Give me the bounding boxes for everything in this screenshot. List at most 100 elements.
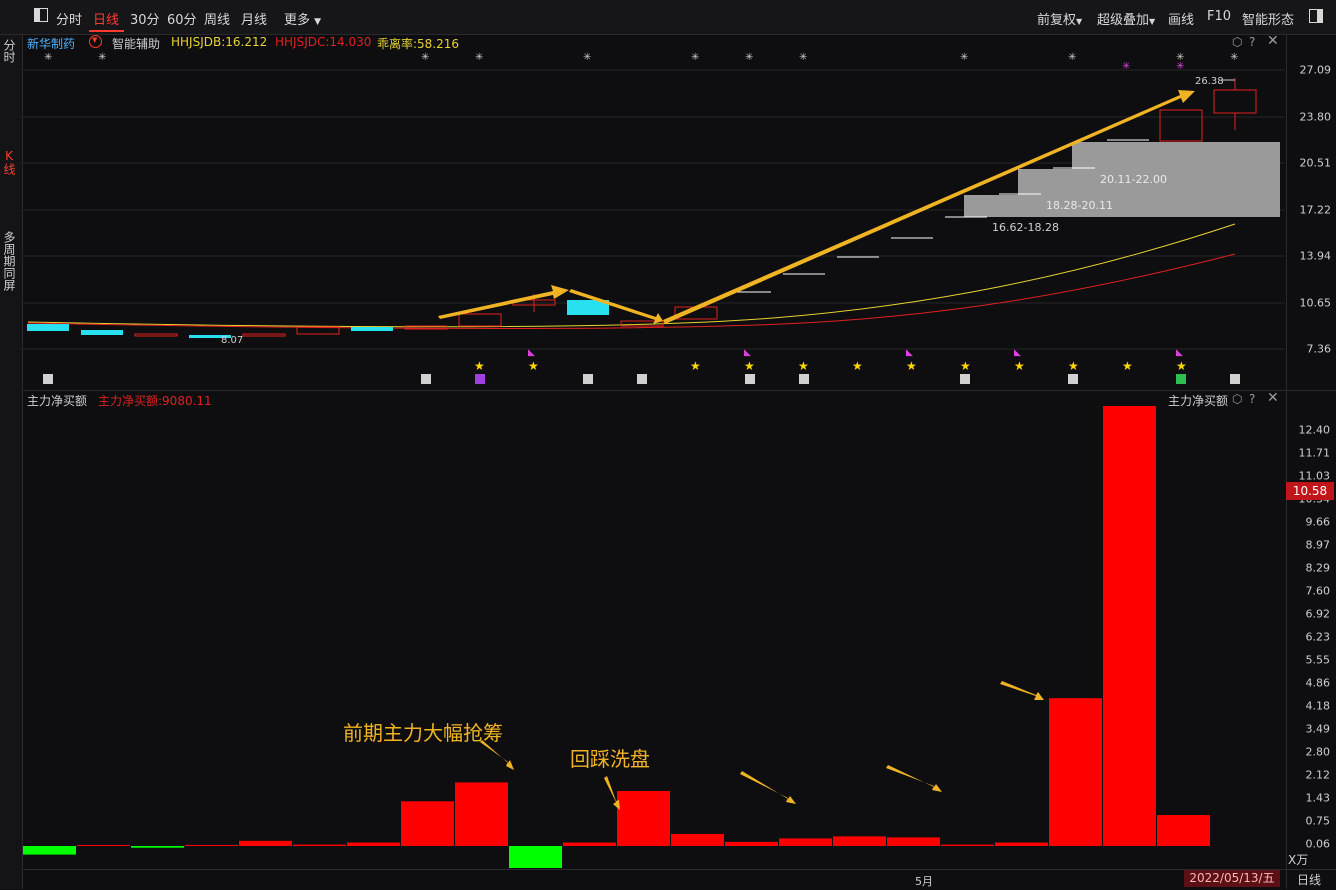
panel-toggle-icon[interactable] xyxy=(34,8,48,22)
annotation-arrows xyxy=(480,681,1044,810)
netbuy-bar xyxy=(1157,815,1210,846)
active-tab-indicator xyxy=(89,30,124,32)
netbuy-bar xyxy=(779,838,832,846)
svg-text:★: ★ xyxy=(1176,359,1187,373)
price-tick: 7.36 xyxy=(1306,342,1332,356)
svg-text:✳: ✳ xyxy=(44,52,52,63)
help-icon[interactable]: ? xyxy=(1249,35,1255,49)
settings-icon[interactable]: ⬡ xyxy=(1232,35,1242,49)
month-label: 5月 xyxy=(915,875,933,888)
netbuy-tick: 6.92 xyxy=(1305,607,1331,621)
svg-text:★: ★ xyxy=(474,359,485,373)
sidebar-kline[interactable]: K线 xyxy=(2,149,18,175)
svg-text:★: ★ xyxy=(690,359,701,373)
netbuy-tick: 1.43 xyxy=(1305,791,1331,805)
overlay-menu[interactable]: 超级叠加▼ xyxy=(1097,9,1155,28)
sidebar-fenshi[interactable]: 分时 xyxy=(2,39,18,63)
f10-button[interactable]: F10 xyxy=(1207,9,1231,24)
high-price-label: 26.38 xyxy=(1195,76,1224,87)
netbuy-bar xyxy=(941,844,994,846)
indicator-hhjsjdb: HHJSJDB:16.212 xyxy=(171,35,268,49)
netbuy-tick: 11.03 xyxy=(1298,469,1331,483)
netbuy-tick: 0.75 xyxy=(1305,814,1331,828)
netbuy-tick: 8.29 xyxy=(1305,561,1331,575)
zone-label-2: 18.28-20.11 xyxy=(1046,199,1113,212)
svg-text:★: ★ xyxy=(906,359,917,373)
netbuy-bar xyxy=(185,844,238,846)
svg-text:★: ★ xyxy=(1068,359,1079,373)
period-label[interactable]: 日线 xyxy=(1297,871,1321,888)
svg-text:★: ★ xyxy=(528,359,539,373)
low-price-label: 8.07 xyxy=(221,335,243,346)
netbuy-bar xyxy=(671,833,724,846)
svg-text:✳: ✳ xyxy=(1122,61,1130,72)
svg-text:★: ★ xyxy=(798,359,809,373)
draw-line-button[interactable]: 画线 xyxy=(1168,9,1194,28)
netbuy-bar xyxy=(131,846,184,848)
svg-text:★: ★ xyxy=(1014,359,1025,373)
svg-text:✳: ✳ xyxy=(98,52,106,63)
netbuy-bar xyxy=(509,846,562,868)
netbuy-tick: 8.97 xyxy=(1305,538,1331,552)
svg-text:★: ★ xyxy=(852,359,863,373)
svg-text:✳: ✳ xyxy=(1176,61,1184,72)
tab-daily[interactable]: 日线 xyxy=(93,9,119,28)
price-tick: 27.09 xyxy=(1299,63,1332,77)
time-axis: 5月 日线 xyxy=(23,869,1336,890)
netbuy-axis: 12.4011.7111.0310.349.668.978.297.606.92… xyxy=(1286,406,1336,851)
settings-icon[interactable]: ⬡ xyxy=(1232,392,1242,406)
svg-text:✳: ✳ xyxy=(1068,52,1076,63)
svg-text:◣: ◣ xyxy=(1014,348,1021,358)
svg-text:✳: ✳ xyxy=(691,52,699,63)
svg-text:◣: ◣ xyxy=(906,348,913,358)
netbuy-tick: 3.49 xyxy=(1305,722,1331,736)
top-toolbar: 分时 日线 30分 60分 周线 月线 更多 ▼ 前复权▼ 超级叠加▼ 画线 F… xyxy=(0,0,1336,35)
assist-dropdown-icon[interactable]: ▼ xyxy=(89,35,102,48)
netbuy-tick: 4.18 xyxy=(1305,699,1331,713)
svg-text:✳: ✳ xyxy=(745,52,753,63)
svg-text:★: ★ xyxy=(960,359,971,373)
svg-text:◣: ◣ xyxy=(528,348,535,358)
svg-text:✳: ✳ xyxy=(1230,52,1238,63)
tab-weekly[interactable]: 周线 xyxy=(204,9,230,28)
tab-60min[interactable]: 60分 xyxy=(167,9,197,28)
svg-text:✳: ✳ xyxy=(421,52,429,63)
tab-30min[interactable]: 30分 xyxy=(130,9,160,28)
netbuy-tick: 2.12 xyxy=(1305,768,1331,782)
zone-label-3: 20.11-22.00 xyxy=(1100,173,1167,186)
kline-chart: ✳ ✳ ✳ ✳ ✳ ✳ ✳ ✳ ✳ ✳ ✳ ✳ ✳ ✳ 16.62-18.28 18.28-20.1… xyxy=(23,52,1285,384)
netbuy-bar xyxy=(347,842,400,846)
tab-more[interactable]: 更多 ▼ xyxy=(284,9,321,28)
smart-pattern-button[interactable]: 智能形态 xyxy=(1242,9,1294,28)
sidebar-multi-period[interactable]: 多周期同屏 xyxy=(2,231,18,291)
netbuy-bar xyxy=(563,842,616,846)
current-value-badge: 10.58 xyxy=(1286,482,1334,500)
svg-text:✳: ✳ xyxy=(799,52,807,63)
netbuy-tick: 2.80 xyxy=(1305,745,1331,759)
netbuy-tick: 5.55 xyxy=(1305,653,1331,667)
svg-text:✳: ✳ xyxy=(475,52,483,63)
netbuy-bar xyxy=(833,836,886,846)
netbuy-bar xyxy=(401,801,454,846)
svg-text:◣: ◣ xyxy=(1176,348,1183,358)
netbuy-tick: 11.71 xyxy=(1298,446,1331,460)
svg-text:◣: ◣ xyxy=(744,348,751,358)
adjust-menu[interactable]: 前复权▼ xyxy=(1037,9,1082,28)
indicator-hhjsjdc: HHJSJDC:14.030 xyxy=(275,35,372,49)
left-sidebar: 分时 K线 多周期同屏 xyxy=(0,35,23,889)
svg-text:✳: ✳ xyxy=(960,52,968,63)
price-tick: 13.94 xyxy=(1299,249,1332,263)
tab-monthly[interactable]: 月线 xyxy=(241,9,267,28)
tab-fenshi[interactable]: 分时 xyxy=(56,9,82,28)
netbuy-bar xyxy=(1049,698,1102,846)
chevron-down-icon: ▼ xyxy=(1076,17,1083,26)
netbuy-bar xyxy=(23,846,76,855)
close-icon[interactable]: ✕ xyxy=(1267,33,1279,49)
netbuy-bar xyxy=(77,844,130,846)
price-tick: 17.22 xyxy=(1299,203,1332,217)
close-icon[interactable]: ✕ xyxy=(1267,390,1279,406)
netbuy-bar xyxy=(887,837,940,846)
netbuy-tick: 6.23 xyxy=(1305,630,1331,644)
panel-right-icon[interactable] xyxy=(1309,9,1323,23)
help-icon[interactable]: ? xyxy=(1249,392,1255,406)
